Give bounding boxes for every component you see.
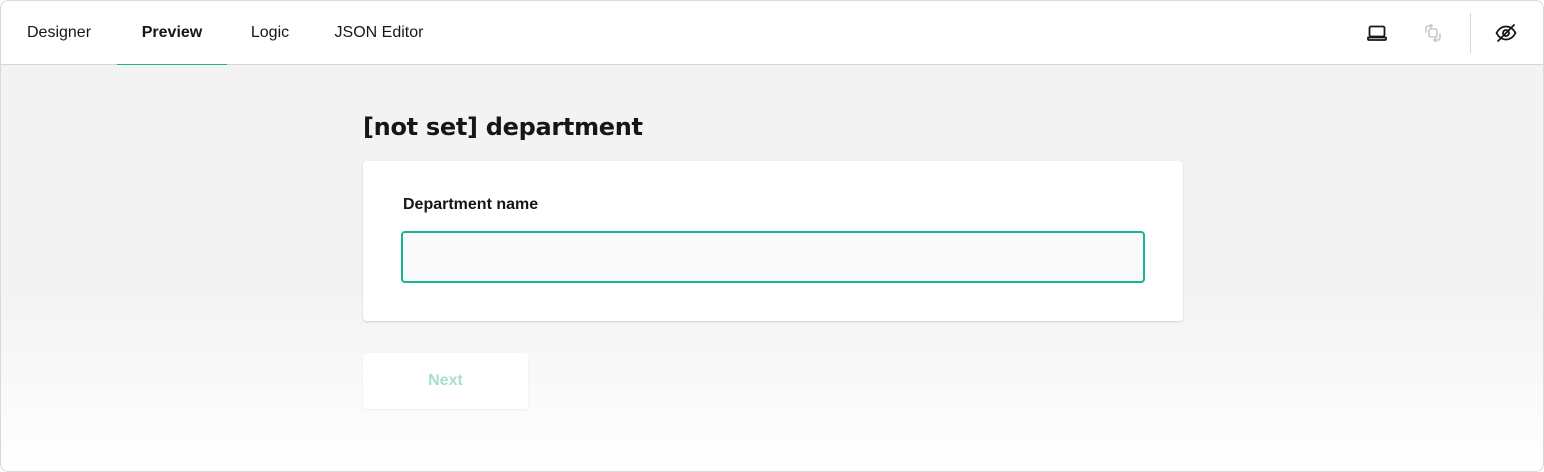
hide-invisible-button[interactable]: [1486, 13, 1526, 53]
tab-designer[interactable]: Designer: [1, 1, 117, 65]
tab-json-editor-label: JSON Editor: [334, 24, 424, 41]
survey-creator-window: Designer Preview Logic JSON Editor [not …: [0, 0, 1544, 472]
tab-json-editor[interactable]: JSON Editor: [313, 1, 445, 65]
eye-off-icon: [1495, 24, 1517, 42]
survey-preview: [not set] department Department name Nex…: [1, 65, 1543, 471]
orientation-icon: [1425, 23, 1441, 43]
tab-logic-label: Logic: [250, 24, 290, 41]
orientation-button[interactable]: [1413, 13, 1453, 53]
next-button[interactable]: Next: [363, 353, 528, 409]
tab-logic[interactable]: Logic: [227, 1, 313, 65]
tab-preview-label: Preview: [141, 24, 203, 41]
page-title: [not set] department: [363, 113, 643, 141]
tab-preview[interactable]: Preview: [117, 1, 227, 66]
tab-designer-label: Designer: [26, 24, 92, 41]
question-title: Department name: [403, 196, 539, 213]
toolbar-divider: [1470, 13, 1471, 53]
laptop-icon: [1367, 25, 1387, 41]
tab-bar: Designer Preview Logic JSON Editor: [1, 1, 1543, 66]
department-name-input[interactable]: [401, 231, 1145, 283]
device-button[interactable]: [1357, 13, 1397, 53]
question-panel: Department name: [363, 161, 1183, 321]
